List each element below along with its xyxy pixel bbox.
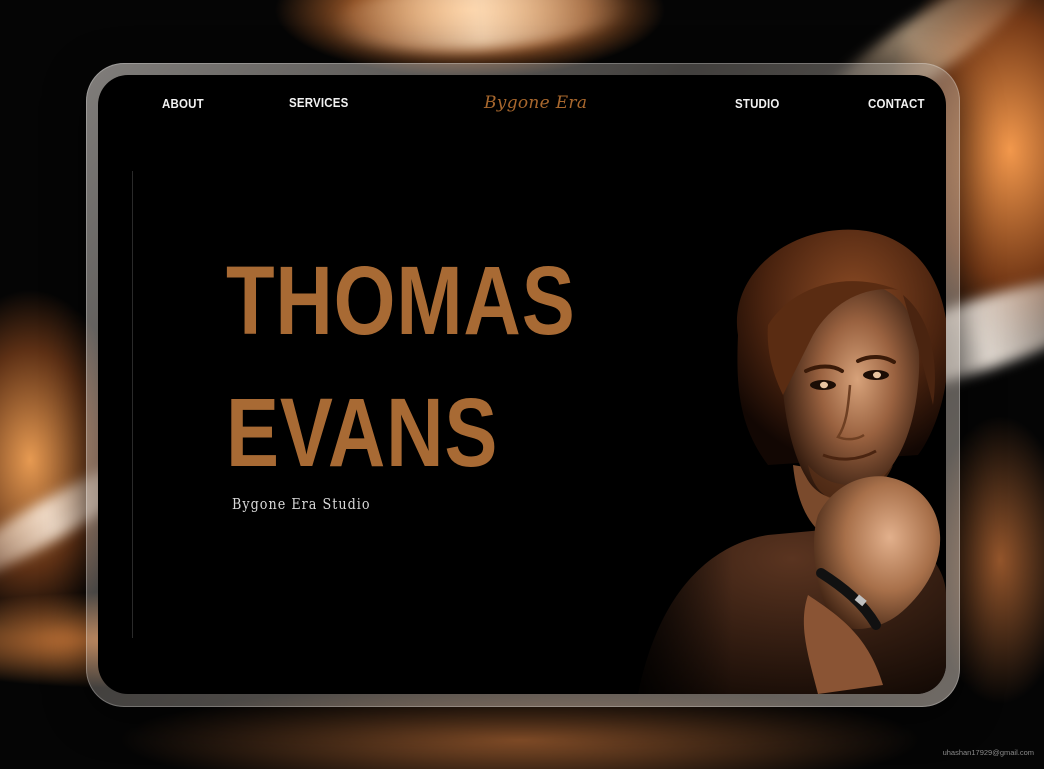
- nav-studio-link[interactable]: STUDIO: [735, 97, 780, 111]
- nav-contact-link[interactable]: CONTACT: [868, 97, 925, 111]
- website-screen: ABOUT SERVICES Bygone Era STUDIO CONTACT…: [98, 75, 946, 694]
- nav-services-link[interactable]: SERVICES: [289, 96, 348, 110]
- light-streak: [327, 0, 633, 61]
- hero-subtitle: Bygone Era Studio: [232, 495, 371, 513]
- brand-logo[interactable]: Bygone Era: [484, 93, 587, 113]
- hero-first-name: THOMAS: [226, 246, 576, 355]
- credit-text: uhashan17929@gmail.com: [942, 748, 1034, 757]
- vertical-divider: [132, 171, 133, 638]
- hero-last-name: EVANS: [226, 378, 499, 487]
- hero-heading: THOMAS EVANS: [226, 235, 576, 499]
- portrait-photo: [618, 215, 946, 694]
- nav-about-link[interactable]: ABOUT: [162, 97, 204, 111]
